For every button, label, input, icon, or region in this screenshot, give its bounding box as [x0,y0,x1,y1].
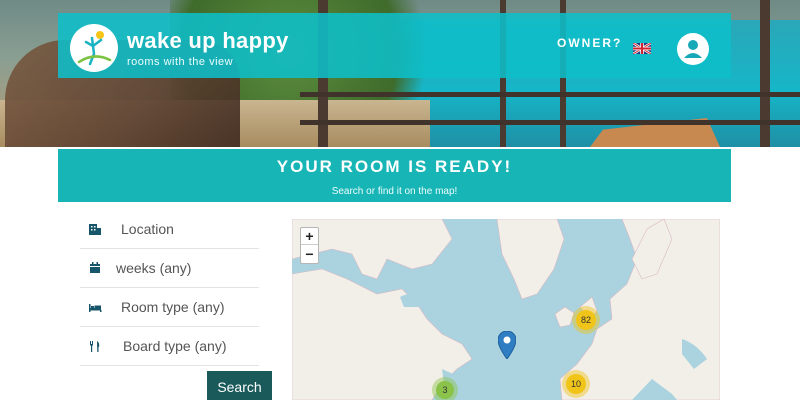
brand-tagline: rooms with the view [127,56,234,68]
location-field[interactable]: Location [80,210,259,249]
room-type-field[interactable]: Room type (any) [80,288,259,327]
map-cluster[interactable]: 3 [432,377,458,400]
map-marker-icon[interactable] [498,331,516,359]
cutlery-icon [90,341,100,352]
user-account-button[interactable] [677,33,709,65]
zoom-out-button[interactable]: − [301,246,318,263]
map-cluster[interactable]: 10 [562,370,590,398]
board-type-field[interactable]: Board type (any) [80,327,259,366]
location-label: Location [121,221,174,237]
brand-name[interactable]: wake up happy [127,29,289,53]
logo[interactable] [70,24,118,72]
cluster-count: 3 [436,381,454,399]
logo-icon [77,31,112,66]
map-view[interactable] [292,219,720,400]
site-header: wake up happy rooms with the view OWNER? [58,13,731,78]
banner-title: YOUR ROOM IS READY! [276,157,513,176]
page: wake up happy rooms with the view OWNER?… [0,0,800,400]
map-zoom-control: + − [300,227,319,264]
board-type-label: Board type (any) [123,338,227,354]
zoom-in-button[interactable]: + [301,228,318,245]
uk-flag-icon[interactable] [633,43,651,54]
calendar-icon [90,262,100,273]
room-type-label: Room type (any) [121,299,225,315]
weeks-field[interactable]: weeks (any) [80,249,259,288]
map-cluster[interactable]: 82 [572,306,600,334]
building-icon [89,224,101,235]
hero-banner: YOUR ROOM IS READY! Search or find it on… [58,149,731,202]
bed-icon [89,304,102,312]
weeks-label: weeks (any) [116,260,192,276]
user-icon [684,40,702,58]
cluster-count: 10 [566,374,586,394]
owner-link[interactable]: OWNER? [557,36,622,50]
banner-subtitle: Search or find it on the map! [331,186,458,197]
search-button[interactable]: Search [207,371,272,400]
cluster-count: 82 [576,310,596,330]
map-land [292,219,720,400]
